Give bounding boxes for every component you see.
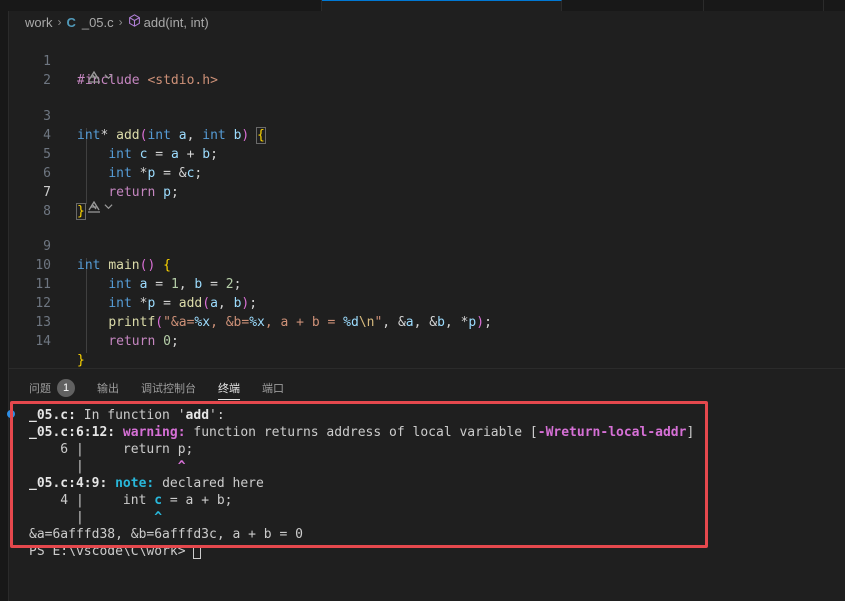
code-line[interactable]: 8 xyxy=(9,183,845,219)
tab-problems-label: 问题 xyxy=(29,383,51,395)
code-line[interactable]: 1 #include <stdio.h> xyxy=(9,33,845,88)
annotation-highlight-box xyxy=(10,401,708,548)
code-line[interactable]: 5 int *p = &c; xyxy=(9,126,845,181)
code-line[interactable]: 11 int *p = add(a, b); xyxy=(9,256,845,311)
activity-bar-edge xyxy=(0,11,9,601)
editor-tab[interactable] xyxy=(0,0,322,11)
tab-ports[interactable]: 端口 xyxy=(262,378,284,398)
copilot-icon[interactable] xyxy=(86,200,102,217)
code-line[interactable]: 7 } xyxy=(9,164,845,220)
code-line[interactable]: 2 xyxy=(9,52,845,88)
code-line[interactable]: 4 int c = a + b; xyxy=(9,107,845,162)
tab-ports-label: 端口 xyxy=(262,383,284,395)
line-code: return 0; xyxy=(108,334,179,349)
code-line[interactable]: 6 return p; xyxy=(9,145,845,200)
tab-debug-console-label: 调试控制台 xyxy=(141,383,196,395)
code-line[interactable]: 12 printf("&a=%x, &b=%x, a + b = %d\n", … xyxy=(9,275,845,330)
codelens[interactable] xyxy=(86,199,113,217)
code-line[interactable]: 10 int a = 1, b = 2; xyxy=(9,237,845,292)
editor-tab-active[interactable] xyxy=(322,0,562,11)
breadcrumb-folder[interactable]: work xyxy=(25,15,52,30)
chevron-right-icon: › xyxy=(57,15,62,29)
tab-terminal-label: 终端 xyxy=(218,383,240,395)
panel-divider[interactable] xyxy=(9,368,845,369)
code-editor[interactable]: 1 #include <stdio.h> 2 3 int* add(int a,… xyxy=(9,32,845,370)
breadcrumb: work › C _05.c › add(int, int) xyxy=(25,13,209,31)
code-line[interactable]: 9 int main() { xyxy=(9,218,845,273)
line-number: 14 xyxy=(35,334,51,349)
chevron-down-icon[interactable] xyxy=(104,72,113,84)
code-line[interactable]: 14 } xyxy=(9,313,845,368)
editor-tab[interactable] xyxy=(704,0,824,11)
method-cube-icon xyxy=(128,14,141,30)
tab-output-label: 输出 xyxy=(97,383,119,395)
editor-tab-strip xyxy=(0,0,845,11)
tab-output[interactable]: 输出 xyxy=(97,378,119,398)
chevron-right-icon: › xyxy=(118,15,123,29)
breadcrumb-file[interactable]: _05.c xyxy=(82,15,114,30)
problems-count-badge: 1 xyxy=(57,379,75,397)
code-line[interactable]: 3 int* add(int a, int b) { xyxy=(9,88,845,144)
copilot-icon[interactable] xyxy=(86,70,102,87)
tab-terminal[interactable]: 终端 xyxy=(218,378,240,400)
chevron-down-icon[interactable] xyxy=(104,202,113,214)
codelens[interactable] xyxy=(86,69,113,87)
c-file-icon: C xyxy=(66,14,76,30)
panel-tabs: 问题 1 输出 调试控制台 终端 端口 xyxy=(29,378,306,400)
tab-problems[interactable]: 问题 1 xyxy=(29,378,75,398)
code-line[interactable]: 13 return 0; xyxy=(9,294,845,349)
tab-debug-console[interactable]: 调试控制台 xyxy=(141,378,196,398)
breadcrumb-symbol[interactable]: add(int, int) xyxy=(144,15,209,30)
editor-tab[interactable] xyxy=(562,0,704,11)
